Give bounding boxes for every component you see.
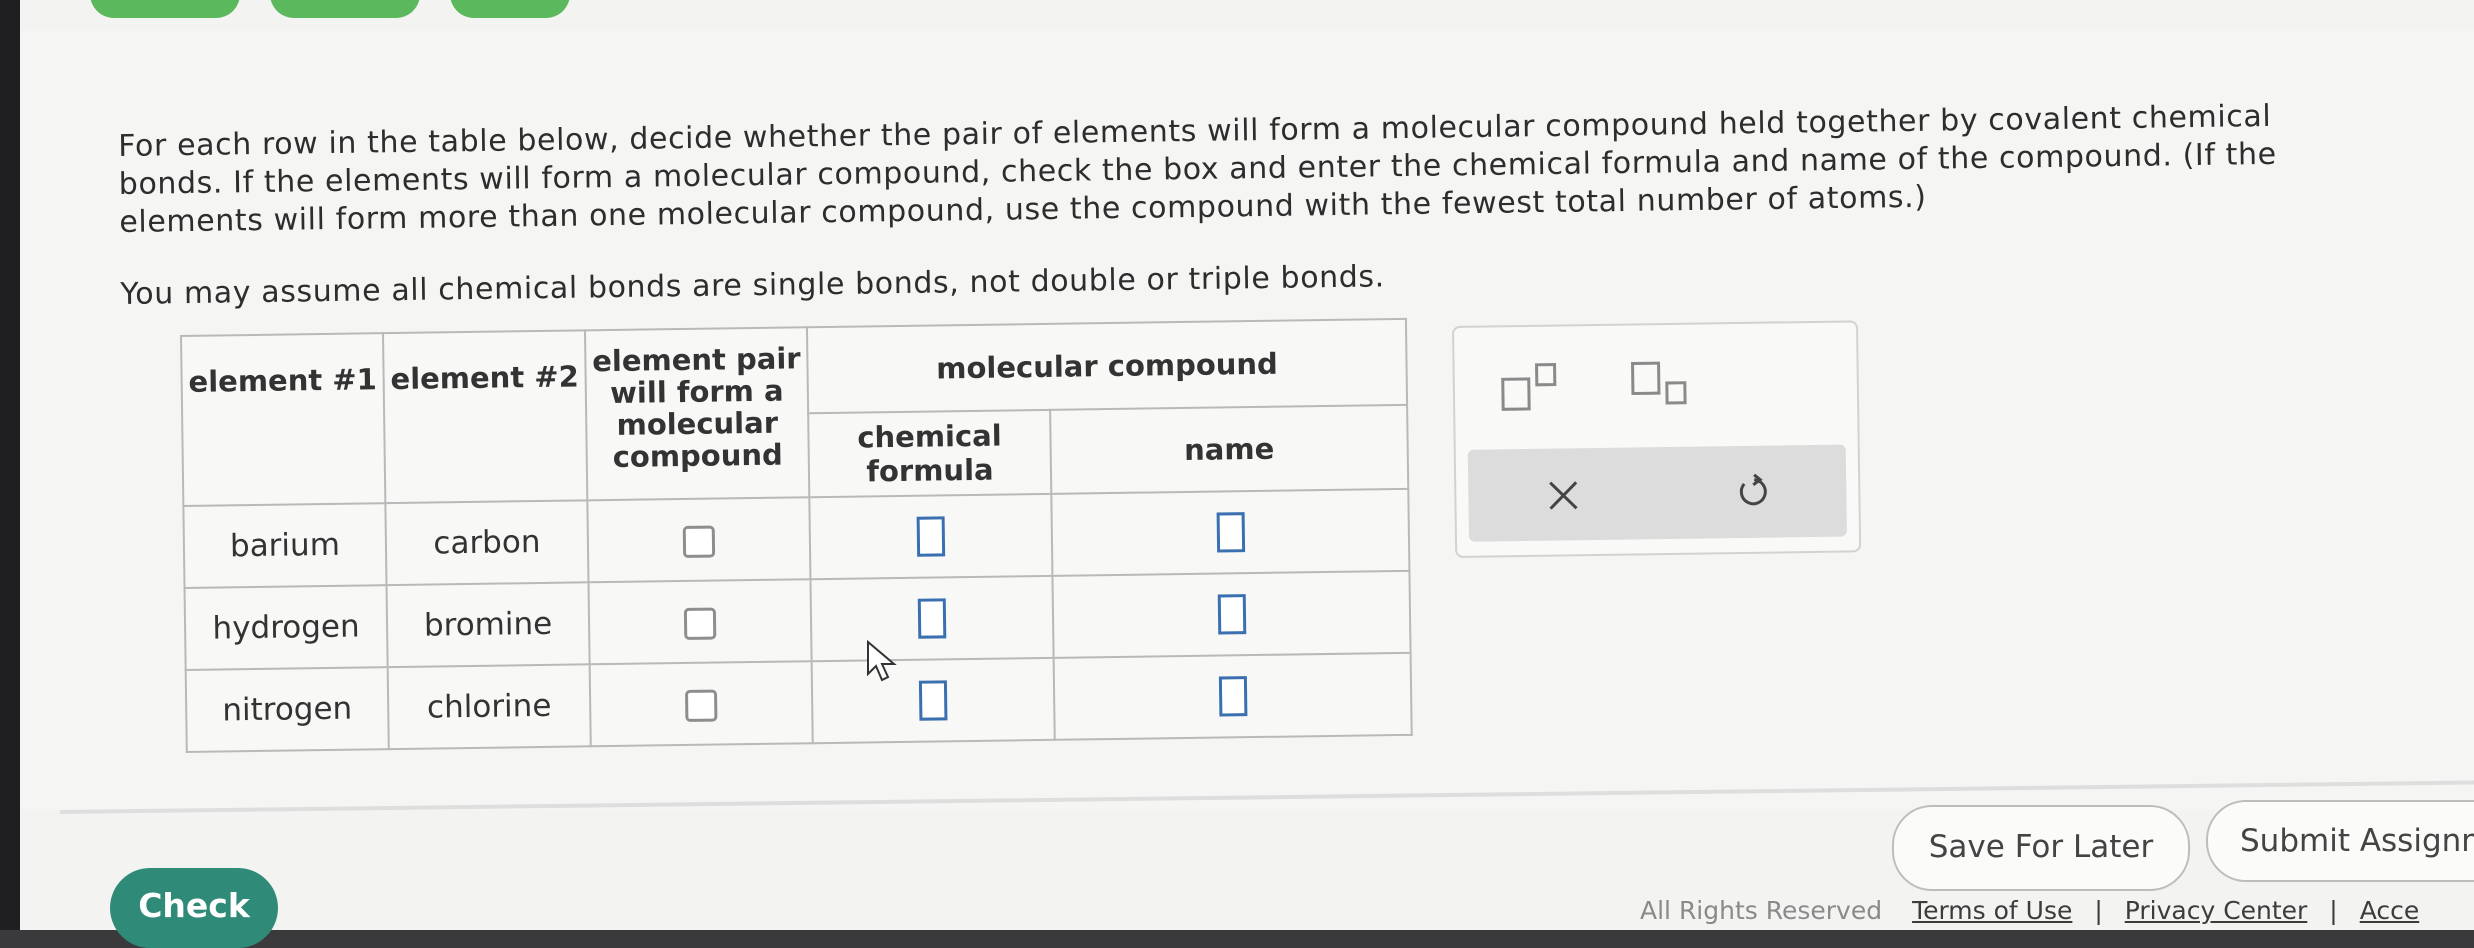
row-element-1: barium [183, 503, 387, 588]
table-row: nitrogen chlorine [185, 652, 1412, 752]
footer-rights: All Rights Reserved [1640, 896, 1883, 925]
header-pair-forms-compound: element pair will form a molecular compo… [584, 327, 810, 501]
row-element-2: chlorine [387, 664, 591, 750]
formula-input[interactable] [916, 516, 946, 557]
row-element-1: hydrogen [184, 585, 388, 670]
formula-cell [811, 657, 1055, 744]
forms-compound-cell [589, 661, 813, 747]
top-tab-1[interactable] [90, 0, 240, 18]
check-button[interactable]: Check [110, 868, 278, 948]
name-cell [1053, 652, 1412, 740]
forms-compound-cell [587, 497, 811, 583]
instructions: For each row in the table below, decide … [118, 97, 2340, 314]
header-molecular-compound: molecular compound [806, 318, 1408, 414]
name-cell [1052, 570, 1411, 658]
name-input[interactable] [1218, 676, 1247, 717]
formula-cell [810, 575, 1054, 662]
top-tab-3[interactable] [450, 0, 570, 18]
palette-action-bar [1467, 444, 1847, 542]
superscript-icon[interactable] [1501, 362, 1562, 413]
math-palette [1452, 320, 1862, 558]
top-tab-2[interactable] [270, 0, 420, 18]
terms-link[interactable]: Terms of Use [1912, 896, 2072, 925]
formula-cell [809, 493, 1053, 580]
forms-compound-cell [588, 579, 812, 665]
privacy-link[interactable]: Privacy Center [2125, 896, 2308, 925]
forms-compound-checkbox[interactable] [682, 525, 716, 558]
header-chemical-formula: chemical formula [808, 409, 1052, 498]
close-icon[interactable] [1546, 478, 1580, 512]
mouse-pointer-icon [867, 640, 897, 682]
submit-assignment-button[interactable]: Submit Assignm [2206, 800, 2474, 882]
question-table: element #1 element #2 element pair will … [180, 317, 1413, 753]
row-element-2: carbon [385, 500, 589, 586]
screen-bezel [0, 0, 20, 930]
accessibility-link[interactable]: Acce [2360, 896, 2420, 925]
formula-input[interactable] [917, 598, 947, 639]
name-cell [1051, 488, 1410, 576]
row-element-2: bromine [386, 582, 590, 668]
palette-format-row [1454, 322, 1858, 440]
undo-icon[interactable] [1734, 473, 1770, 510]
formula-input[interactable] [918, 680, 948, 721]
subscript-icon[interactable] [1631, 361, 1692, 412]
screen: For each row in the table below, decide … [0, 0, 2474, 948]
footer: All Rights Reserved Terms of Use | Priva… [1640, 896, 2420, 925]
name-input[interactable] [1216, 512, 1245, 553]
row-element-1: nitrogen [185, 667, 389, 752]
save-for-later-button[interactable]: Save For Later [1892, 805, 2190, 891]
header-element-1: element #1 [181, 333, 386, 506]
forms-compound-checkbox[interactable] [683, 607, 717, 640]
header-element-2: element #2 [382, 330, 588, 504]
name-input[interactable] [1217, 594, 1246, 635]
forms-compound-checkbox[interactable] [684, 689, 718, 722]
header-name: name [1050, 404, 1409, 494]
